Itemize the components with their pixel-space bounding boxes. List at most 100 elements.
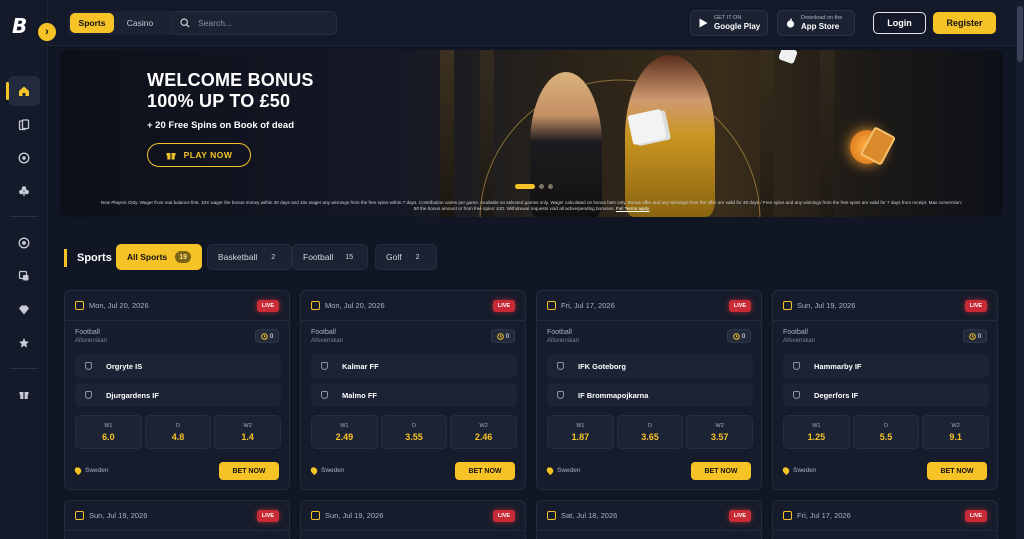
carousel-dot[interactable] (539, 184, 544, 189)
match-card[interactable]: Fri, Jul 17, 2026 LIVE Football Allsvens… (536, 290, 762, 490)
bonus-fine-print: New Players Only. Wager from real balanc… (100, 200, 963, 211)
odds-draw-button[interactable]: D 4.8 (144, 415, 212, 449)
odds-row: W1 2.49 D 3.55 W2 2.46 (311, 415, 518, 449)
sidebar-item-clubs[interactable] (8, 176, 40, 206)
sidebar-item-soccer[interactable] (8, 228, 40, 258)
odds-value: 2.49 (335, 431, 354, 442)
app-root: B › Sports Casino Search... GET IT ON Go… (0, 0, 1024, 539)
match-location: Sweden (781, 465, 817, 476)
filter-basketball[interactable]: Basketball 2 (207, 244, 293, 270)
full-terms-link[interactable]: Full Terms apply (616, 206, 649, 211)
match-card[interactable]: Sun, Jul 19, 2026 LIVE (64, 500, 290, 539)
match-card-header: Mon, Jul 20, 2026 LIVE (65, 291, 289, 321)
carousel-dot[interactable] (548, 184, 553, 189)
shield-icon (793, 362, 800, 370)
filter-all-sports[interactable]: All Sports 19 (116, 244, 203, 270)
home-team: Orgryte IS (75, 354, 281, 378)
odds-value: 1.4 (241, 431, 254, 442)
register-button[interactable]: Register (933, 12, 996, 34)
match-card[interactable]: Sun, Jul 19, 2026 LIVE Football Allsvens… (772, 290, 998, 490)
match-card[interactable]: Sat, Jul 18, 2026 LIVE (536, 500, 762, 539)
shield-icon (85, 362, 92, 370)
app-store-caption: Download on the (801, 15, 843, 21)
clock-icon (732, 332, 740, 340)
dice-icon (18, 270, 29, 281)
search-icon (180, 18, 190, 28)
odds-value: 1.87 (571, 431, 590, 442)
location-pin-icon (73, 465, 83, 476)
odds-row: W1 1.25 D 5.5 W2 9.1 (783, 415, 990, 449)
live-badge: LIVE (965, 510, 987, 522)
page-scrollbar[interactable] (1016, 0, 1024, 539)
home-team: Hammarby IF (783, 354, 989, 378)
tab-sports[interactable]: Sports (70, 13, 114, 33)
sidebar-item-favorites[interactable] (8, 328, 40, 358)
match-card[interactable]: Mon, Jul 20, 2026 LIVE Football Allsvens… (300, 290, 526, 490)
sidebar-item-cards[interactable] (8, 110, 40, 140)
sidebar-expand-button[interactable]: › (38, 23, 56, 41)
clock-icon (496, 332, 504, 340)
live-badge: LIVE (493, 510, 515, 522)
search-input[interactable]: Search... (171, 11, 337, 35)
away-team-name: Malmo FF (342, 390, 377, 400)
play-now-button[interactable]: PLAY NOW (147, 143, 251, 167)
brand-logo[interactable]: B (12, 14, 38, 40)
sport-name: Football (547, 329, 572, 336)
google-play-button[interactable]: GET IT ON Google Play (690, 10, 768, 36)
odds-away-win-button[interactable]: W2 2.46 (450, 415, 518, 449)
odds-label: W1 (576, 422, 585, 429)
filter-count: 15 (345, 253, 354, 261)
match-card[interactable]: Sun, Jul 19, 2026 LIVE (300, 500, 526, 539)
filter-football[interactable]: Football 15 (292, 244, 369, 270)
odds-home-win-button[interactable]: W1 1.25 (783, 415, 850, 449)
league-name: Allsvenskan (783, 338, 816, 344)
hero-title-line2: 100% UP TO £50 (147, 91, 291, 111)
scrollbar-thumb[interactable] (1017, 6, 1023, 62)
league-name: Allsvenskan (547, 338, 580, 344)
bet-now-button[interactable]: BET NOW (691, 462, 751, 480)
google-play-label: Google Play (714, 22, 761, 31)
live-badge: LIVE (257, 510, 279, 522)
match-competition: Football Allsvenskan (75, 328, 107, 346)
match-competition: Football Allsvenskan (311, 328, 343, 346)
carousel-dot-active[interactable] (515, 184, 535, 189)
location-name: Sweden (557, 467, 581, 474)
bet-now-button[interactable]: BET NOW (219, 462, 279, 480)
odds-label: D (176, 422, 180, 429)
app-store-button[interactable]: Download on the App Store (777, 10, 855, 36)
odds-home-win-button[interactable]: W1 1.87 (547, 415, 614, 449)
match-card[interactable]: Mon, Jul 20, 2026 LIVE Football Allsvens… (64, 290, 290, 490)
odds-home-win-button[interactable]: W1 6.0 (75, 415, 142, 449)
odds-away-win-button[interactable]: W2 9.1 (922, 415, 990, 449)
sidebar-item-roulette[interactable] (8, 143, 40, 173)
odds-draw-button[interactable]: D 3.55 (380, 415, 448, 449)
odds-away-win-button[interactable]: W2 1.4 (214, 415, 282, 449)
odds-draw-button[interactable]: D 3.65 (616, 415, 684, 449)
promo-banner[interactable]: WELCOME BONUS 100% UP TO £50 + 20 Free S… (60, 50, 1003, 217)
login-button[interactable]: Login (873, 12, 926, 34)
filter-label: Basketball (218, 252, 258, 262)
odds-away-win-button[interactable]: W2 3.57 (686, 415, 754, 449)
filter-label: Golf (386, 252, 402, 262)
match-timer: 0 (491, 329, 515, 343)
odds-home-win-button[interactable]: W1 2.49 (311, 415, 378, 449)
calendar-icon (547, 511, 556, 520)
odds-label: W1 (812, 422, 821, 429)
filter-golf[interactable]: Golf 2 (375, 244, 437, 270)
match-card-header: Mon, Jul 20, 2026 LIVE (301, 291, 525, 321)
odds-value: 6.0 (102, 431, 115, 442)
odds-draw-button[interactable]: D 5.5 (852, 415, 920, 449)
bet-now-button[interactable]: BET NOW (455, 462, 515, 480)
match-card[interactable]: Fri, Jul 17, 2026 LIVE (772, 500, 998, 539)
odds-label: W1 (104, 422, 113, 429)
odds-label: W2 (951, 422, 960, 429)
timer-value: 0 (505, 332, 510, 340)
tab-casino[interactable]: Casino (118, 13, 162, 33)
sidebar-item-dice[interactable] (8, 261, 40, 291)
sidebar-item-promotions[interactable] (8, 379, 40, 409)
bet-now-button[interactable]: BET NOW (927, 462, 987, 480)
calendar-icon (783, 301, 792, 310)
sidebar-item-diamond[interactable] (8, 295, 40, 325)
odds-value: 3.55 (405, 431, 423, 442)
sidebar-item-home[interactable] (6, 76, 40, 106)
